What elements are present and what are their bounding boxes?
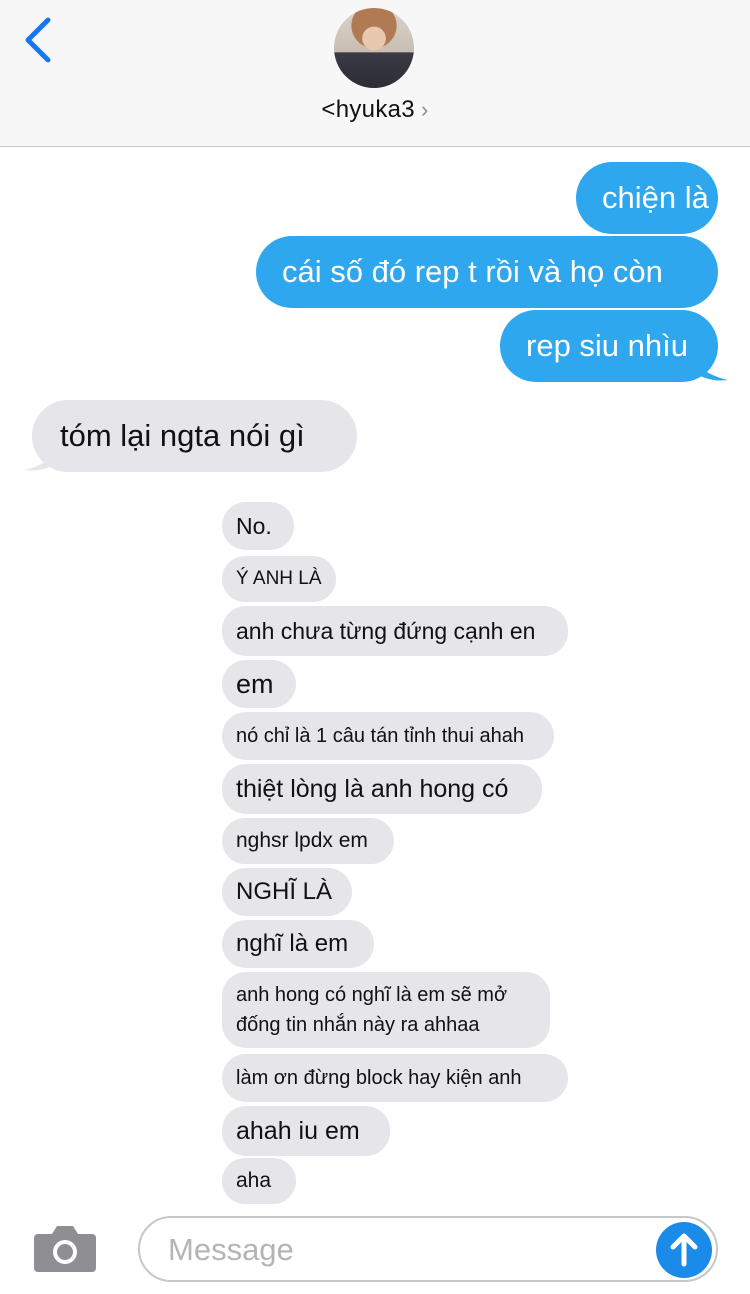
chevron-right-icon: ›	[420, 97, 429, 122]
back-button[interactable]	[18, 14, 62, 68]
sent-message[interactable]: chiện là	[576, 162, 718, 234]
chevron-left-icon	[25, 17, 51, 63]
forwarded-message[interactable]: No.	[222, 502, 294, 550]
forwarded-message[interactable]: em	[222, 660, 296, 708]
message-text: nghĩ là em	[236, 930, 349, 957]
message-text: ahah iu em	[236, 1116, 360, 1145]
camera-icon	[34, 1226, 96, 1272]
camera-button[interactable]	[32, 1222, 98, 1274]
message-text: em	[236, 668, 274, 699]
sent-message[interactable]: cái số đó rep t rồi và họ còn	[256, 236, 718, 308]
forwarded-message[interactable]: anh chưa từng đứng cạnh en	[222, 606, 568, 656]
message-text: nghsr lpdx em	[236, 829, 368, 852]
forwarded-message[interactable]: NGHĨ LÀ	[222, 868, 352, 916]
message-text: Ý ANH LÀ	[236, 568, 322, 589]
message-input[interactable]	[166, 1218, 650, 1282]
message-text: tóm lại ngta nói gì	[60, 418, 305, 453]
contact-name[interactable]: <hyuka3 ›	[0, 96, 750, 124]
message-text: No.	[236, 512, 272, 539]
bubble-tail	[692, 356, 728, 381]
forwarded-message[interactable]: nó chỉ là 1 câu tán tỉnh thui ahah	[222, 712, 554, 760]
conversation-header: <hyuka3 ›	[0, 0, 750, 147]
bubble-tail	[24, 446, 60, 471]
message-text: làm ơn đừng block hay kiện anh	[236, 1066, 522, 1089]
forwarded-message[interactable]: Ý ANH LÀ	[222, 556, 336, 602]
forwarded-message[interactable]: nghĩ là em	[222, 920, 374, 968]
message-text: cái số đó rep t rồi và họ còn	[282, 254, 663, 289]
received-message[interactable]: tóm lại ngta nói gì	[32, 400, 357, 472]
message-field[interactable]	[138, 1216, 718, 1282]
message-text: anh hong có nghĩ là em sẽ mở đống tin nh…	[236, 984, 508, 1036]
arrow-up-icon	[670, 1233, 698, 1267]
message-text: thiệt lòng là anh hong có	[236, 774, 509, 803]
forwarded-message[interactable]: nghsr lpdx em	[222, 818, 394, 864]
forwarded-message[interactable]: aha	[222, 1158, 296, 1204]
message-text: rep siu nhìu	[526, 328, 688, 363]
forwarded-message[interactable]: anh hong có nghĩ là em sẽ mở đống tin nh…	[222, 972, 550, 1048]
message-text: aha	[236, 1169, 272, 1192]
send-button[interactable]	[656, 1222, 712, 1278]
sent-message[interactable]: rep siu nhìu	[500, 310, 718, 382]
message-text: NGHĨ LÀ	[236, 878, 333, 905]
avatar[interactable]	[334, 8, 414, 88]
message-text: chiện là	[602, 180, 709, 215]
forwarded-message[interactable]: thiệt lòng là anh hong có	[222, 764, 542, 814]
message-text: nó chỉ là 1 câu tán tỉnh thui ahah	[236, 724, 524, 747]
forwarded-message[interactable]: làm ơn đừng block hay kiện anh	[222, 1054, 568, 1102]
message-text: anh chưa từng đứng cạnh en	[236, 617, 536, 644]
contact-name-label: <hyuka3	[321, 96, 415, 123]
forwarded-message[interactable]: ahah iu em	[222, 1106, 390, 1156]
